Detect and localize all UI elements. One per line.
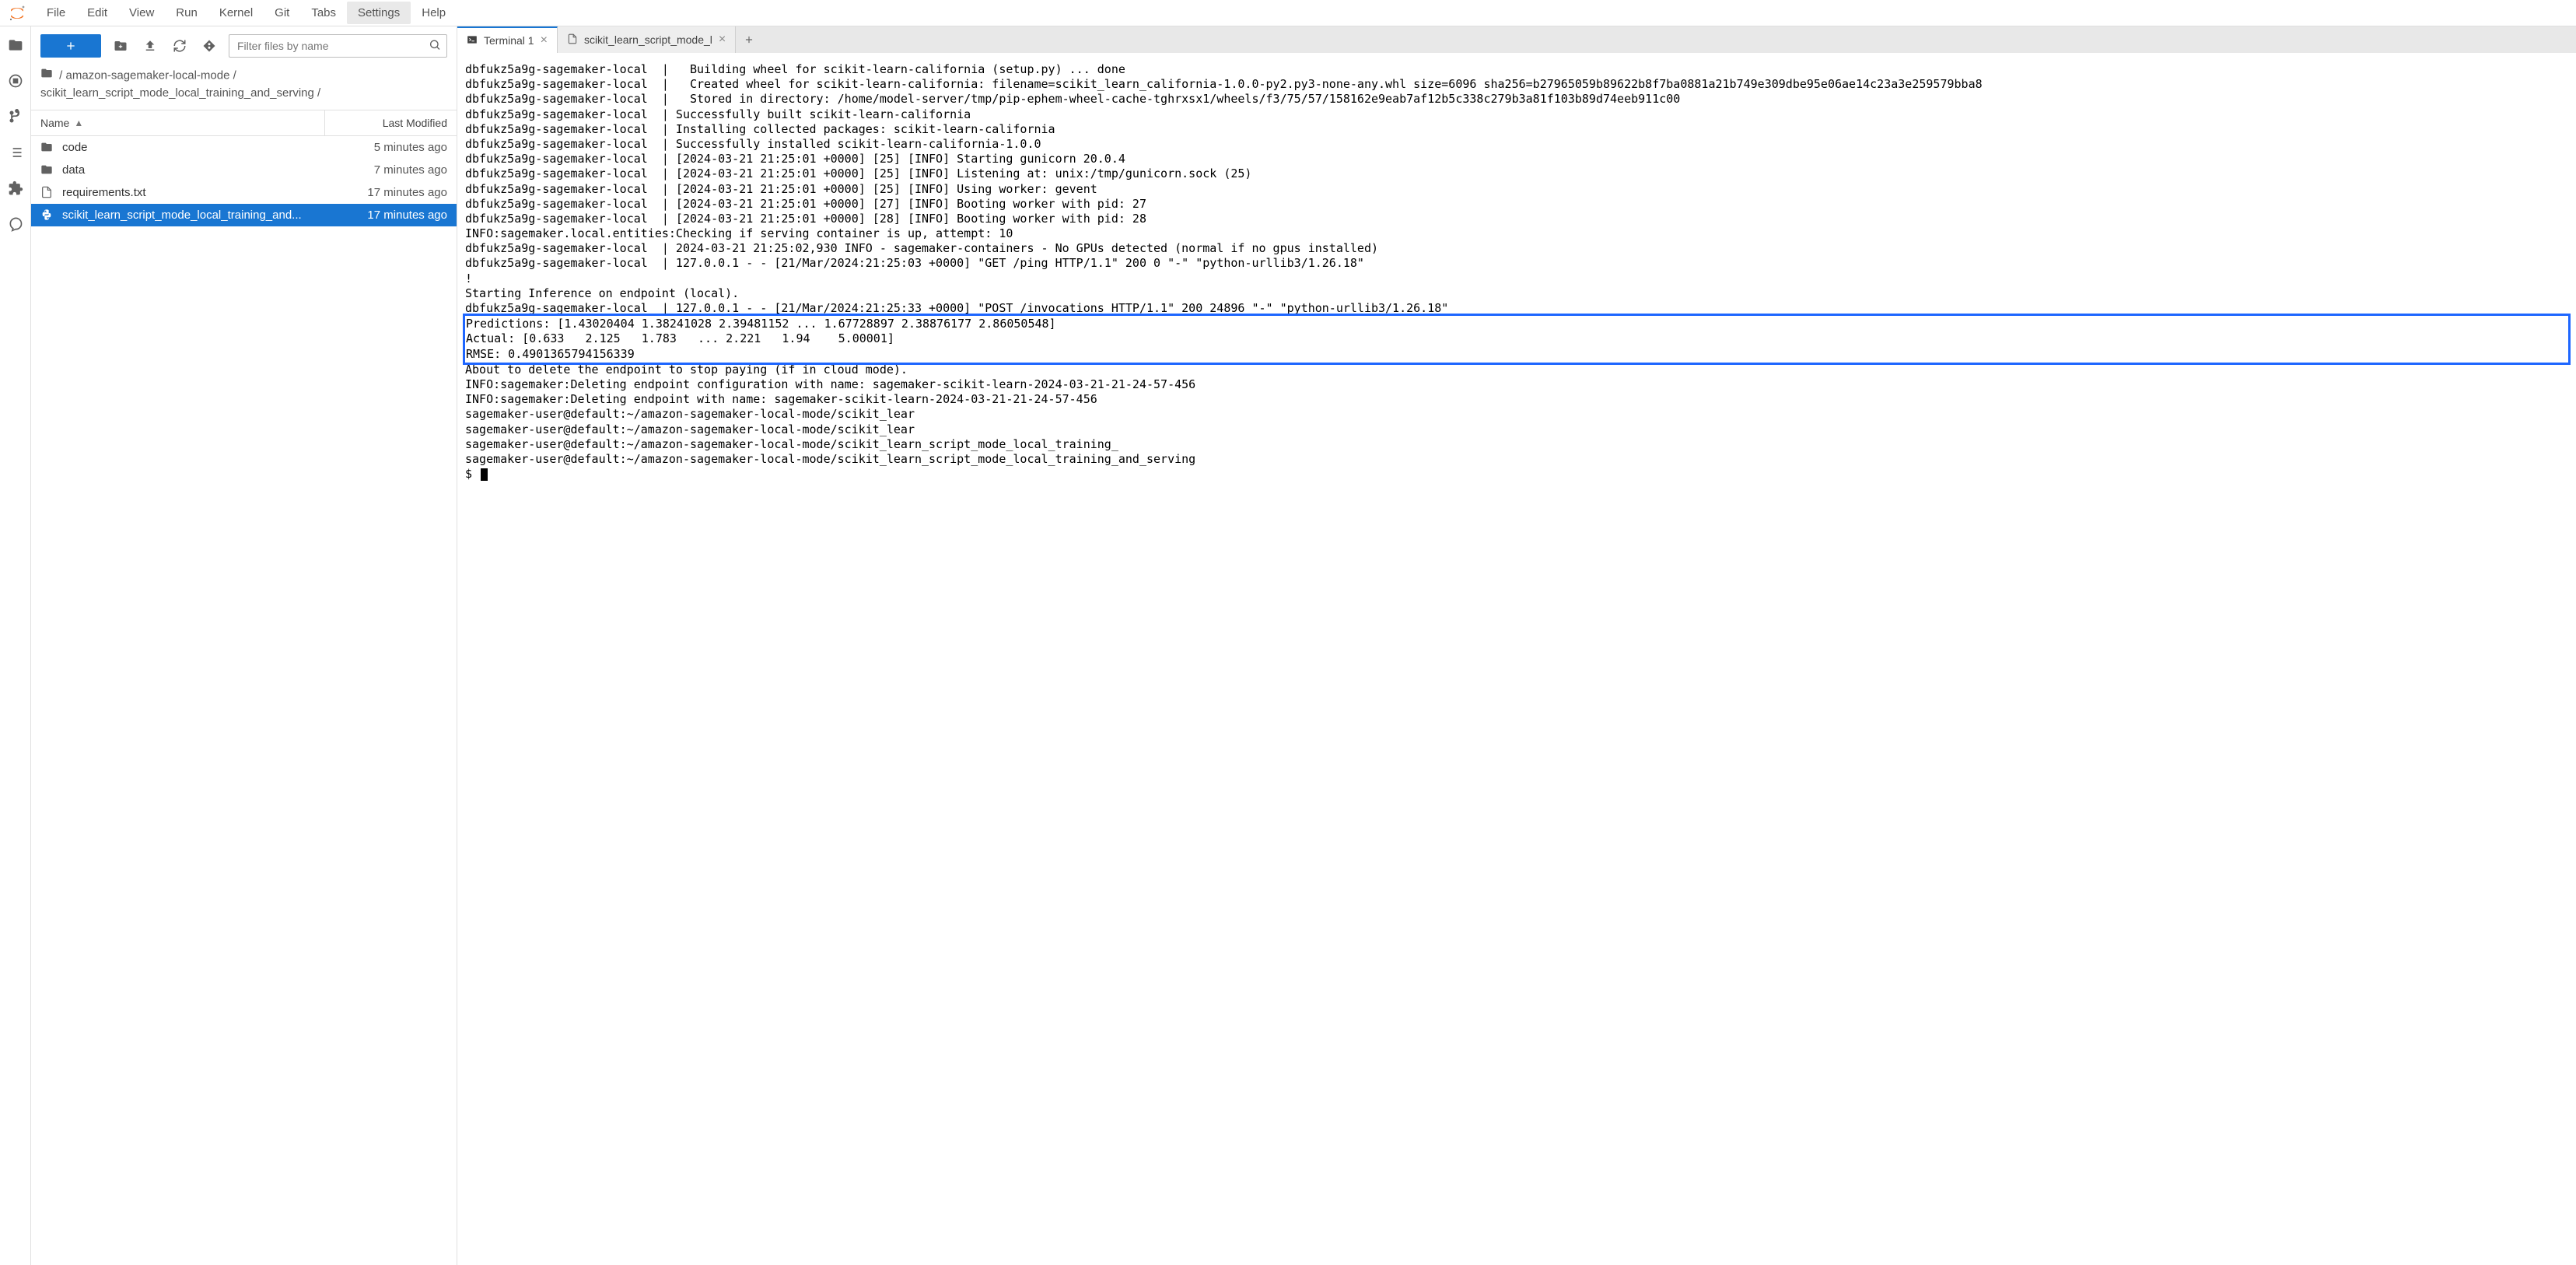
list-icon[interactable] [6, 143, 25, 162]
new-tab-button[interactable] [736, 26, 762, 53]
menu-git[interactable]: Git [264, 2, 300, 24]
menu-edit[interactable]: Edit [76, 2, 118, 24]
menu-help[interactable]: Help [411, 2, 457, 24]
file-name: scikit_learn_script_mode_local_training_… [62, 208, 302, 222]
search-icon [429, 39, 441, 54]
file-browser: / amazon-sagemaker-local-mode / scikit_l… [31, 26, 457, 1265]
file-modified: 17 minutes ago [324, 204, 457, 226]
main-panel: Terminal 1 × scikit_learn_script_mode_l … [457, 26, 2576, 1265]
git-clone-button[interactable] [199, 36, 219, 56]
breadcrumb[interactable]: / amazon-sagemaker-local-mode / scikit_l… [31, 64, 457, 110]
new-launcher-button[interactable] [40, 34, 101, 58]
stop-circle-icon[interactable] [6, 72, 25, 90]
new-folder-button[interactable] [110, 36, 131, 56]
close-icon[interactable]: × [541, 33, 548, 47]
menu-run[interactable]: Run [165, 2, 208, 24]
header-modified[interactable]: Last Modified [324, 110, 457, 135]
header-name[interactable]: Name▲ [31, 110, 324, 135]
python-icon [40, 208, 54, 221]
file-modified: 17 minutes ago [324, 181, 457, 204]
menu-file[interactable]: File [36, 2, 76, 24]
menubar: File Edit View Run Kernel Git Tabs Setti… [0, 0, 2576, 26]
file-list-header: Name▲ Last Modified [31, 110, 457, 136]
folder-icon [40, 67, 53, 85]
tab-editor[interactable]: scikit_learn_script_mode_l × [558, 26, 736, 53]
file-filter-input[interactable] [229, 34, 447, 58]
file-row-text[interactable]: requirements.txt 17 minutes ago [31, 181, 457, 204]
file-icon [567, 33, 578, 47]
extension-icon[interactable] [6, 179, 25, 198]
tab-bar: Terminal 1 × scikit_learn_script_mode_l … [457, 26, 2576, 53]
terminal-pre: dbfukz5a9g-sagemaker-local | Building wh… [465, 62, 1983, 315]
breadcrumb-path[interactable]: / amazon-sagemaker-local-mode / scikit_l… [40, 68, 320, 99]
git-branch-icon[interactable] [6, 107, 25, 126]
folder-icon[interactable] [6, 36, 25, 54]
upload-button[interactable] [140, 36, 160, 56]
file-modified: 5 minutes ago [324, 136, 457, 159]
jupyter-logo [6, 2, 28, 24]
refresh-button[interactable] [170, 36, 190, 56]
folder-icon [40, 163, 54, 176]
file-list: code 5 minutes ago data 7 minutes ago re… [31, 136, 457, 226]
terminal-post: About to delete the endpoint to stop pay… [465, 363, 1195, 481]
file-name: data [62, 163, 85, 177]
menu-settings[interactable]: Settings [347, 2, 411, 24]
file-name: requirements.txt [62, 186, 146, 199]
file-row-folder[interactable]: data 7 minutes ago [31, 159, 457, 181]
menu-tabs[interactable]: Tabs [300, 2, 347, 24]
file-row-folder[interactable]: code 5 minutes ago [31, 136, 457, 159]
file-icon [40, 186, 54, 198]
terminal-icon [467, 34, 478, 47]
terminal-output[interactable]: dbfukz5a9g-sagemaker-local | Building wh… [457, 53, 2576, 1265]
file-toolbar [31, 26, 457, 64]
folder-icon [40, 141, 54, 153]
sort-asc-icon: ▲ [74, 117, 83, 128]
tab-label: scikit_learn_script_mode_l [584, 33, 712, 46]
tab-label: Terminal 1 [484, 34, 534, 47]
menu-view[interactable]: View [118, 2, 165, 24]
close-icon[interactable]: × [719, 33, 726, 47]
terminal-cursor [481, 468, 488, 481]
terminal-highlight: Predictions: [1.43020404 1.38241028 2.39… [465, 316, 2568, 363]
tab-terminal[interactable]: Terminal 1 × [457, 26, 558, 53]
menu-kernel[interactable]: Kernel [208, 2, 264, 24]
comments-icon[interactable] [6, 215, 25, 233]
plus-icon [65, 40, 77, 52]
plus-icon [744, 34, 754, 45]
file-name: code [62, 141, 88, 154]
file-row-python[interactable]: scikit_learn_script_mode_local_training_… [31, 204, 457, 226]
activity-bar [0, 26, 31, 1265]
file-modified: 7 minutes ago [324, 159, 457, 181]
